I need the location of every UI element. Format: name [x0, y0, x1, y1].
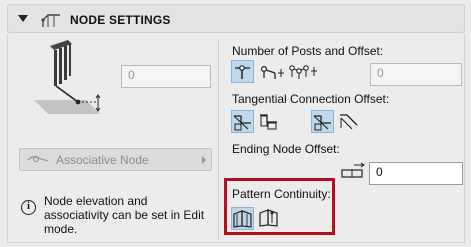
multiple-posts-button[interactable] — [287, 60, 321, 83]
tangential-option-2-button[interactable] — [258, 110, 281, 133]
posts-offset-field[interactable]: 0 — [370, 63, 462, 86]
pattern-restart-icon — [259, 209, 278, 227]
tangential-connection-icon — [313, 115, 331, 131]
associative-node-button[interactable]: Associative Node — [19, 148, 212, 171]
tangential-sloped-icon — [340, 114, 358, 130]
node-illustration — [26, 38, 106, 121]
multiple-posts-icon — [289, 65, 317, 79]
node-elevation-field[interactable]: 0 — [121, 65, 211, 88]
info-text: Node elevation and associativity can be … — [44, 194, 205, 236]
tangential-option-3-button[interactable] — [311, 110, 334, 133]
pattern-continuity-label: Pattern Continuity: — [232, 187, 331, 201]
info-icon: i — [21, 200, 36, 215]
railing-node-icon — [40, 12, 62, 31]
tangential-offset-label: Tangential Connection Offset: — [232, 92, 390, 106]
associative-node-label: Associative Node — [56, 153, 149, 167]
pattern-continuous-icon — [233, 210, 252, 228]
tangential-option-4-button[interactable] — [338, 110, 361, 133]
ending-offset-label: Ending Node Offset: — [232, 142, 340, 156]
pattern-continuity-on-button[interactable] — [231, 207, 254, 230]
tangential-connection-alt-icon — [260, 114, 277, 130]
associative-node-icon — [27, 154, 49, 169]
post-with-offset-button[interactable] — [258, 60, 286, 83]
ending-offset-icon — [341, 162, 365, 178]
pattern-continuity-off-button[interactable] — [258, 207, 281, 230]
panel-title: NODE SETTINGS — [70, 13, 171, 27]
ending-offset-icon-button — [340, 160, 366, 183]
column-divider — [218, 40, 219, 240]
collapse-triangle-icon[interactable] — [18, 15, 28, 22]
tangential-connection-icon — [233, 115, 251, 131]
ending-offset-field[interactable]: 0 — [369, 162, 463, 185]
tangential-option-1-button[interactable] — [231, 110, 254, 133]
single-post-icon — [235, 65, 250, 79]
panel-header[interactable]: NODE SETTINGS — [7, 4, 465, 33]
post-offset-icon — [260, 65, 284, 79]
chevron-right-icon — [202, 156, 206, 164]
node-settings-panel: NODE SETTINGS 0 Associative Node i Node … — [0, 0, 471, 247]
posts-offset-label: Number of Posts and Offset: — [232, 44, 384, 58]
single-post-button[interactable] — [231, 60, 254, 83]
